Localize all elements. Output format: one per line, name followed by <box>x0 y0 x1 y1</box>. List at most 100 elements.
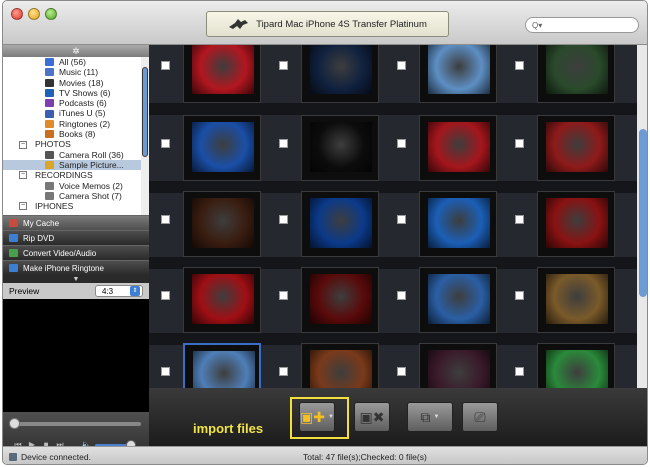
photo-thumbnail[interactable] <box>301 115 379 181</box>
photo-thumbnail[interactable] <box>419 191 497 257</box>
tv-icon <box>45 89 54 98</box>
select-checkbox[interactable] <box>397 291 406 300</box>
tree-item[interactable]: Voice Memos (2) <box>3 181 149 191</box>
tree-item[interactable]: Camera Roll (36) <box>3 150 149 160</box>
select-checkbox[interactable] <box>397 367 406 376</box>
photo-image <box>546 274 608 324</box>
select-checkbox[interactable] <box>161 291 170 300</box>
photo-thumbnail[interactable] <box>183 191 261 257</box>
select-checkbox[interactable] <box>279 139 288 148</box>
photo-thumbnail[interactable] <box>301 191 379 257</box>
select-checkbox[interactable] <box>515 61 524 70</box>
tree-item[interactable]: Movies (18) <box>3 78 149 88</box>
select-checkbox[interactable] <box>515 291 524 300</box>
tree-item[interactable]: Ringtones (2) <box>3 119 149 129</box>
select-checkbox[interactable] <box>279 367 288 376</box>
thumbnail-cell <box>267 115 379 181</box>
collapse-toggle[interactable]: ▼ <box>3 275 149 283</box>
export-to-mac-button[interactable]: ⧉ ▼ <box>407 402 453 432</box>
grid-scroll-thumb[interactable] <box>639 129 647 297</box>
tree-scrollbar[interactable] <box>141 57 149 215</box>
delete-button[interactable]: ▣✖ <box>354 402 390 432</box>
tree-item[interactable]: Sample Picture... <box>3 159 149 171</box>
tree-header[interactable]: ✲ <box>3 45 149 57</box>
tree-item[interactable]: iTunes U (5) <box>3 108 149 118</box>
photo-thumbnail[interactable] <box>419 267 497 333</box>
photo-thumbnail[interactable] <box>183 45 261 103</box>
select-checkbox[interactable] <box>397 215 406 224</box>
seek-knob[interactable] <box>9 418 20 429</box>
chevron-down-icon[interactable]: ▼ <box>328 414 334 420</box>
tree-item-label: Voice Memos (2) <box>59 180 123 191</box>
sidebar-button[interactable]: My Cache <box>3 215 149 230</box>
photo-thumbnail[interactable] <box>419 115 497 181</box>
preview-screen <box>3 299 149 412</box>
photo-thumbnail[interactable] <box>183 267 261 333</box>
photo-image <box>192 122 254 172</box>
photo-thumbnail[interactable] <box>301 343 379 388</box>
photo-thumbnail[interactable] <box>537 45 615 103</box>
library-tree: All (56) Music (11) Movies (18) TV Shows (6… <box>3 57 149 215</box>
tree-scroll-thumb[interactable] <box>142 67 148 157</box>
tree-item[interactable]: Podcasts (6) <box>3 98 149 108</box>
photo-thumbnail[interactable] <box>537 267 615 333</box>
photo-thumbnail[interactable] <box>537 343 615 388</box>
thumbnail-cell <box>267 45 379 103</box>
select-checkbox[interactable] <box>279 61 288 70</box>
photo-thumbnail[interactable] <box>301 45 379 103</box>
select-checkbox[interactable] <box>161 215 170 224</box>
select-checkbox[interactable] <box>397 61 406 70</box>
photo-thumbnail[interactable] <box>183 343 261 388</box>
tree-item[interactable]: Books (8) <box>3 129 149 139</box>
search-field[interactable]: Q▾ <box>525 17 639 33</box>
chevron-down-icon[interactable]: ▼ <box>73 276 80 283</box>
transfer-button[interactable]: ⎚ <box>462 402 498 432</box>
photo-thumbnail[interactable] <box>183 115 261 181</box>
tree-item[interactable]: Camera Shot (7) <box>3 191 149 201</box>
select-checkbox[interactable] <box>515 215 524 224</box>
tree-item[interactable]: All (56) <box>3 57 149 67</box>
grid-scrollbar[interactable] <box>637 45 647 388</box>
seek-track[interactable] <box>11 422 141 426</box>
select-checkbox[interactable] <box>161 367 170 376</box>
photo-thumbnail[interactable] <box>537 191 615 257</box>
close-window-button[interactable] <box>11 8 23 20</box>
select-checkbox[interactable] <box>515 367 524 376</box>
tree-group[interactable]: − RECORDINGS <box>3 170 149 180</box>
delete-icon: ▣✖ <box>359 408 385 425</box>
transfer-icon: ⎚ <box>474 408 486 425</box>
aspect-ratio-select[interactable]: 4:3 ⇕ <box>95 285 143 297</box>
select-checkbox[interactable] <box>161 61 170 70</box>
gear-icon[interactable]: ✲ <box>72 46 80 57</box>
thumbnail-row <box>149 115 637 181</box>
photo-thumbnail[interactable] <box>537 115 615 181</box>
tree-group[interactable]: − PHOTOS <box>3 139 149 149</box>
collapse-toggle-icon[interactable]: − <box>19 171 27 180</box>
sidebar-button[interactable]: Convert Video/Audio <box>3 245 149 260</box>
tree-item[interactable]: TV Shows (6) <box>3 88 149 98</box>
thumbnail-cell <box>267 191 379 257</box>
collapse-toggle-icon[interactable]: − <box>19 202 27 211</box>
import-button[interactable]: ▣✚ ▼ <box>299 402 335 432</box>
select-checkbox[interactable] <box>515 139 524 148</box>
tipard-logo-icon <box>229 19 249 29</box>
minimize-window-button[interactable] <box>28 8 40 20</box>
photo-thumbnail[interactable] <box>419 45 497 103</box>
select-checkbox[interactable] <box>397 139 406 148</box>
chevron-down-icon[interactable]: ▼ <box>434 414 440 420</box>
select-checkbox[interactable] <box>279 215 288 224</box>
select-checkbox[interactable] <box>279 291 288 300</box>
sidebar-button[interactable]: Rip DVD <box>3 230 149 245</box>
ringtone-icon <box>45 119 54 128</box>
zoom-window-button[interactable] <box>45 8 57 20</box>
tree-item[interactable]: Music (11) <box>3 67 149 77</box>
photo-thumbnail[interactable] <box>419 343 497 388</box>
collapse-toggle-icon[interactable]: − <box>19 140 27 149</box>
preview-label: Preview <box>9 286 40 296</box>
sidebar-button[interactable]: Make iPhone Ringtone <box>3 260 149 275</box>
tree-group[interactable]: − IPHONES <box>3 201 149 211</box>
photo-thumbnail[interactable] <box>301 267 379 333</box>
thumbnail-cell <box>149 45 261 103</box>
select-checkbox[interactable] <box>161 139 170 148</box>
photo-image <box>428 350 490 388</box>
